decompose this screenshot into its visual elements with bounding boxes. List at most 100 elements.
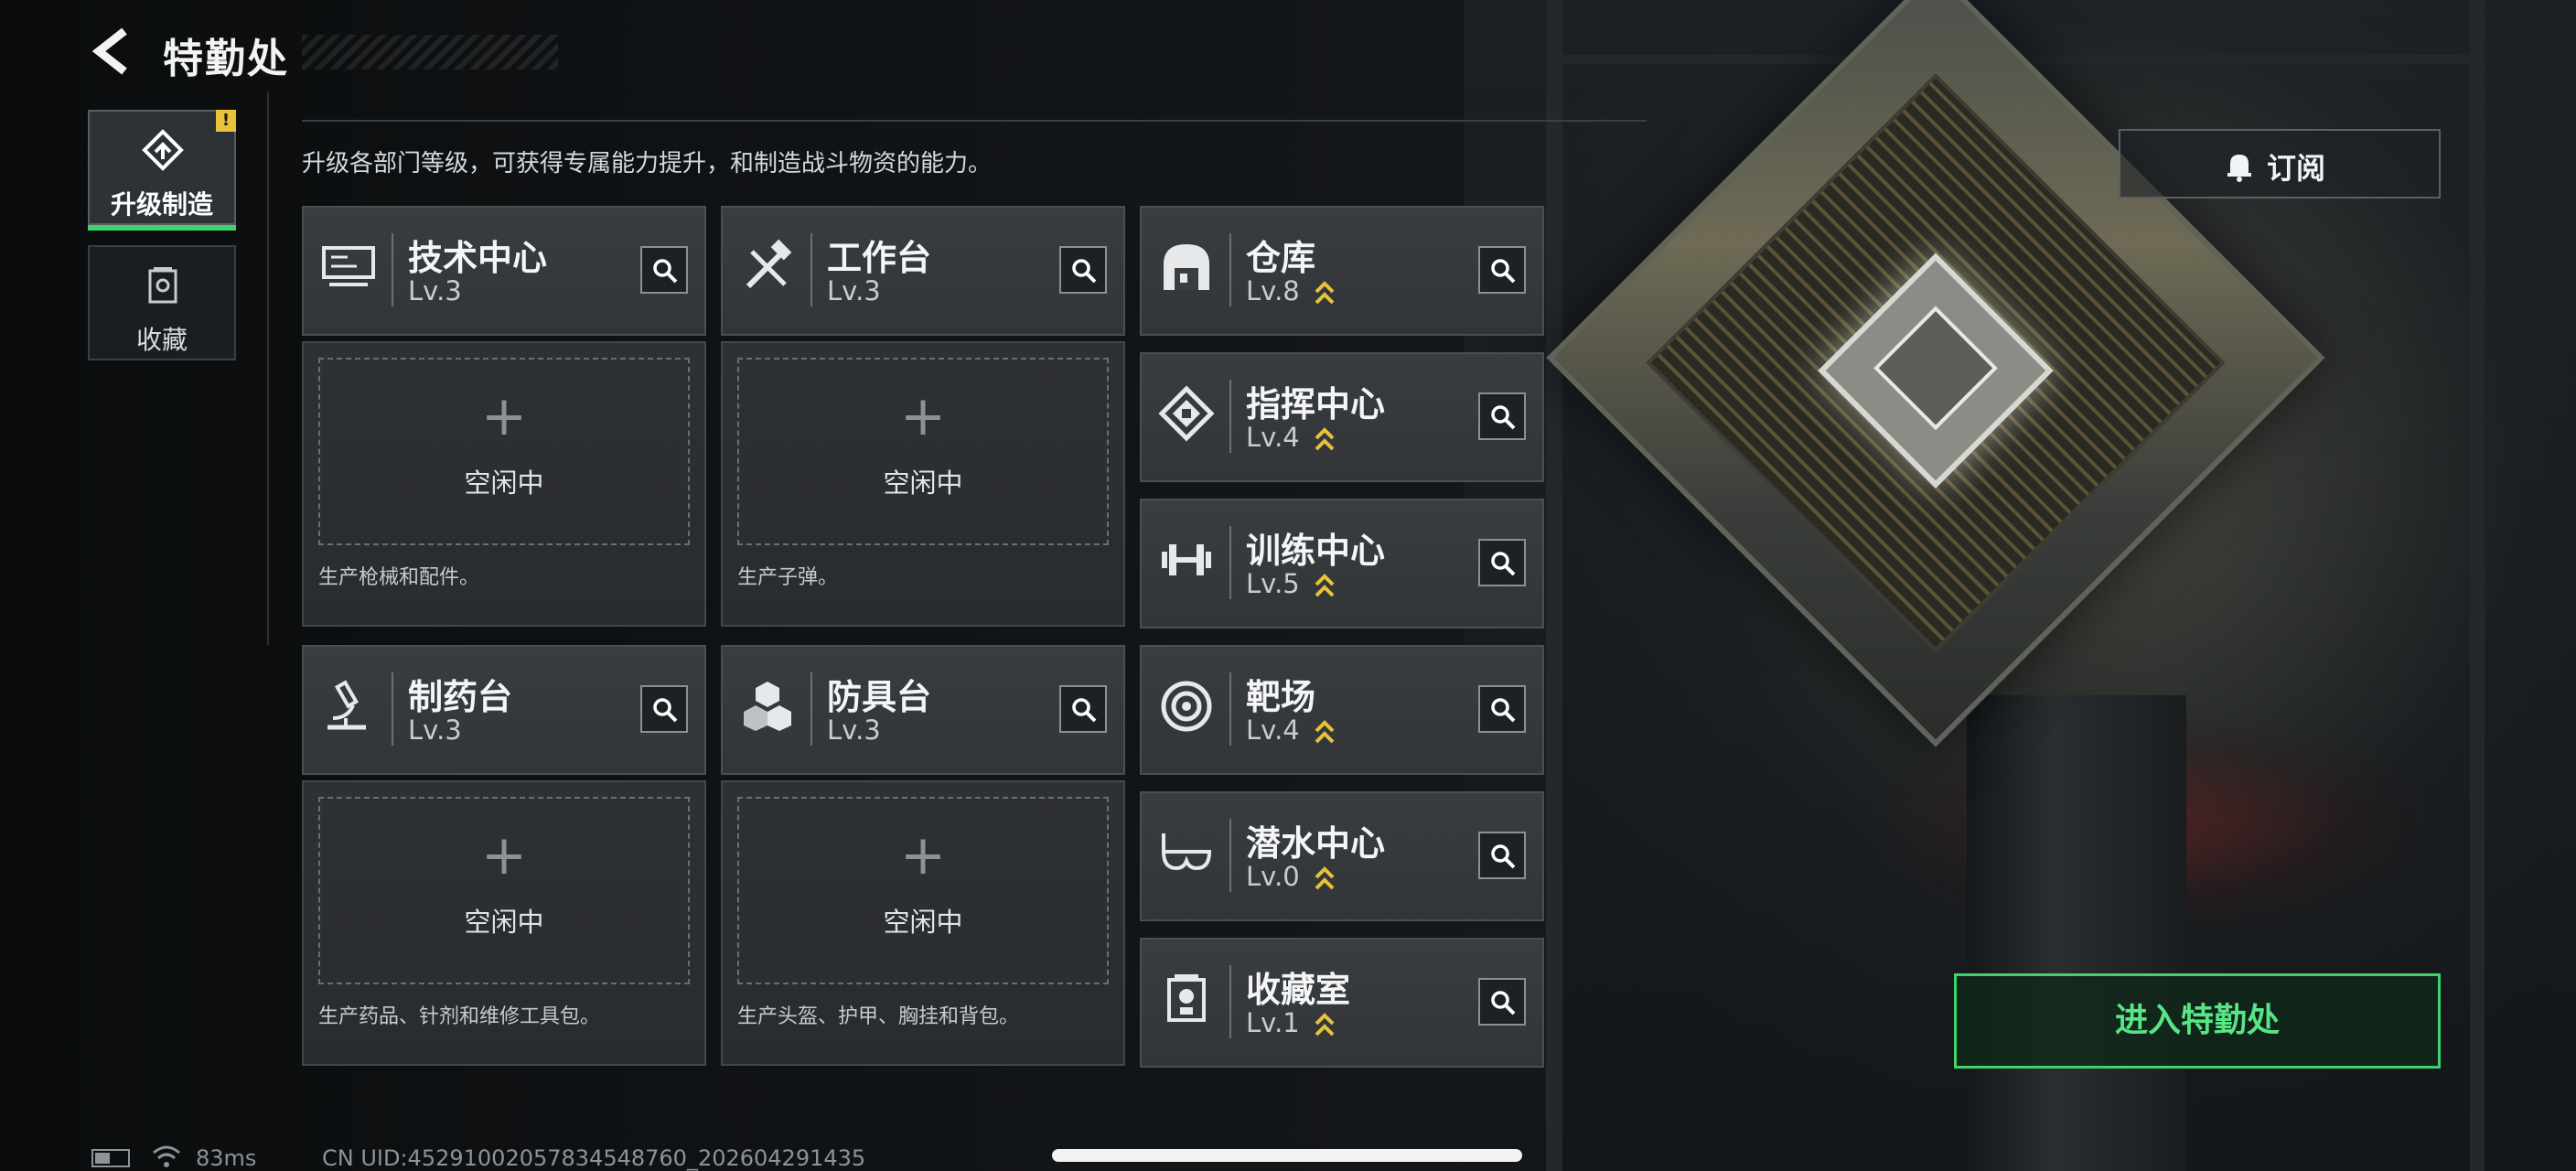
monitor-icon: [322, 246, 375, 286]
facility-level: Lv.3: [408, 714, 462, 746]
divider: [1229, 965, 1231, 1038]
slot-status: 空闲中: [883, 907, 963, 938]
facility-name: 防具台: [827, 677, 932, 717]
production-description: 生产子弹。: [737, 566, 839, 589]
inspect-button[interactable]: [1478, 246, 1526, 294]
search-icon: [1072, 259, 1097, 284]
facility-card-pharmacy[interactable]: 制药台 Lv.3: [302, 645, 706, 775]
facility-name: 工作台: [827, 238, 932, 278]
scaffold-beam: [2470, 0, 2485, 1171]
divider: [392, 672, 393, 746]
subscribe-label: 订阅: [2267, 151, 2326, 186]
subscribe-button[interactable]: 订阅: [2119, 129, 2441, 199]
inspect-button[interactable]: [640, 685, 688, 733]
inspect-button[interactable]: [1478, 685, 1526, 733]
facility-name: 技术中心: [408, 238, 548, 278]
facility-card-collection-room[interactable]: 收藏室 Lv.1: [1140, 938, 1544, 1068]
bell-icon: [2227, 155, 2251, 182]
search-icon: [1491, 698, 1516, 723]
sidebar-tab-collection[interactable]: 收藏: [88, 245, 236, 360]
divider: [1229, 526, 1231, 599]
add-production-icon: +: [899, 384, 947, 448]
inspect-button[interactable]: [640, 246, 688, 294]
armor-blocks-icon: [744, 682, 791, 731]
battery-icon: [91, 1149, 130, 1167]
facility-level: Lv.3: [408, 275, 462, 306]
divider: [1229, 672, 1231, 746]
page-title: 特勤处: [163, 36, 289, 82]
facility-level: Lv.5: [1246, 568, 1300, 599]
slot-status: 空闲中: [883, 467, 963, 499]
slot-status: 空闲中: [464, 907, 544, 938]
add-production-icon: +: [480, 384, 528, 448]
facility-level: Lv.3: [827, 714, 881, 746]
production-slot[interactable]: + 空闲中 生产头盔、护甲、胸挂和背包。: [721, 780, 1125, 1066]
facility-card-training-center[interactable]: 训练中心 Lv.5: [1140, 499, 1544, 628]
sidebar-item-label: 收藏: [135, 325, 188, 355]
production-description: 生产药品、针剂和维修工具包。: [318, 1005, 601, 1028]
scaffold-beam: [1546, 0, 1562, 1171]
production-slot[interactable]: + 空闲中 生产药品、针剂和维修工具包。: [302, 780, 706, 1066]
inspect-button[interactable]: [1478, 832, 1526, 879]
facility-name: 指挥中心: [1246, 384, 1386, 424]
facility-name: 潜水中心: [1246, 823, 1386, 864]
home-indicator[interactable]: [1052, 1149, 1522, 1162]
search-icon: [1491, 259, 1516, 284]
section-description: 升级各部门等级，可获得专属能力提升，和制造战斗物资的能力。: [302, 150, 993, 177]
production-slot[interactable]: + 空闲中 生产子弹。: [721, 341, 1125, 627]
facility-level: Lv.1: [1246, 1007, 1300, 1038]
divider: [810, 672, 812, 746]
search-icon: [653, 698, 678, 723]
search-icon: [653, 259, 678, 284]
divider: [302, 120, 1647, 122]
divider: [392, 233, 393, 306]
slot-status: 空闲中: [464, 467, 544, 499]
search-icon: [1491, 991, 1516, 1015]
production-slot[interactable]: + 空闲中 生产枪械和配件。: [302, 341, 706, 627]
facility-name: 靶场: [1246, 677, 1316, 717]
inspect-button[interactable]: [1478, 392, 1526, 440]
cube-core-center: [1873, 306, 1998, 431]
inspect-button[interactable]: [1059, 685, 1107, 733]
inspect-button[interactable]: [1059, 246, 1107, 294]
level-up-chevron-icon: [1315, 866, 1335, 890]
level-up-chevron-icon: [1315, 720, 1335, 744]
facility-card-workbench[interactable]: 工作台 Lv.3: [721, 206, 1125, 336]
dumbbell-icon: [1162, 544, 1211, 575]
level-up-chevron-icon: [1315, 281, 1335, 305]
ping-indicator: 83ms: [196, 1145, 257, 1171]
facility-name: 收藏室: [1246, 970, 1351, 1010]
search-icon: [1491, 844, 1516, 869]
facility-card-shooting-range[interactable]: 靶场 Lv.4: [1140, 645, 1544, 775]
facility-card-armor-bench[interactable]: 防具台 Lv.3: [721, 645, 1125, 775]
production-description: 生产枪械和配件。: [318, 566, 480, 589]
trophy-case-icon: [1167, 974, 1206, 1022]
alert-badge: !: [216, 110, 236, 132]
facility-level: Lv.0: [1246, 861, 1300, 892]
inspect-button[interactable]: [1478, 978, 1526, 1026]
facility-level: Lv.4: [1246, 422, 1300, 453]
diving-mask-icon: [1161, 833, 1212, 871]
search-icon: [1491, 552, 1516, 576]
back-arrow-icon[interactable]: [88, 27, 135, 75]
inspect-button[interactable]: [1478, 539, 1526, 586]
collection-case-icon: [148, 267, 177, 304]
facility-level: Lv.4: [1246, 714, 1300, 746]
microscope-icon: [327, 680, 366, 730]
facility-name: 制药台: [408, 677, 513, 717]
sidebar-tab-upgrade-manufacture[interactable]: 升级制造 !: [88, 110, 236, 231]
facility-name: 仓库: [1246, 238, 1316, 278]
level-up-chevron-icon: [1315, 1013, 1335, 1037]
search-icon: [1072, 698, 1097, 723]
sidebar-item-label: 升级制造: [110, 189, 213, 220]
facility-card-command-center[interactable]: 指挥中心 Lv.4: [1140, 352, 1544, 482]
production-description: 生产头盔、护甲、胸挂和背包。: [737, 1005, 1020, 1028]
facility-name: 训练中心: [1246, 531, 1386, 571]
facility-level: Lv.3: [827, 275, 881, 306]
facility-card-tech-center[interactable]: 技术中心 Lv.3: [302, 206, 706, 336]
facility-card-warehouse[interactable]: 仓库 Lv.8: [1140, 206, 1544, 336]
enter-special-ops-button[interactable]: 进入特勤处: [1954, 973, 2441, 1069]
warehouse-icon: [1164, 244, 1209, 290]
wifi-icon: [153, 1145, 180, 1167]
facility-card-diving-center[interactable]: 潜水中心 Lv.0: [1140, 791, 1544, 921]
